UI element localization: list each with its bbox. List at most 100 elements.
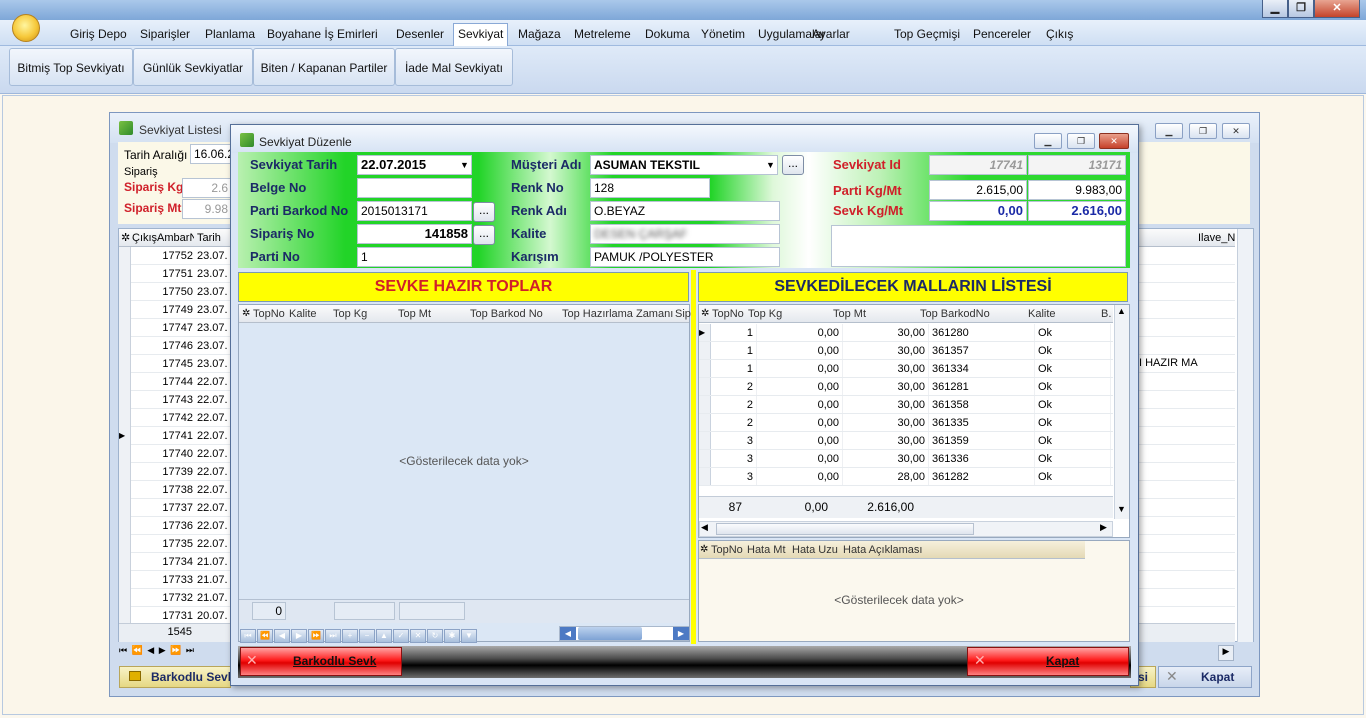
bgwin-vscrollbar[interactable]: [1237, 229, 1253, 642]
bgwin-close-button[interactable]: ✕: [1222, 123, 1250, 139]
karisim-field[interactable]: PAMUK /POLYESTER: [590, 247, 780, 267]
table-row[interactable]: 3 0,00 30,00 361336 Ok: [699, 450, 1113, 468]
bgwin-hscroll-right[interactable]: ▶: [1218, 645, 1234, 661]
minimize-button[interactable]: ▁: [1262, 0, 1288, 18]
scroll-left-icon[interactable]: ◀: [560, 627, 576, 640]
row-selector[interactable]: [699, 396, 711, 413]
column-header[interactable]: Kalite: [1028, 308, 1056, 320]
scroll-right-icon[interactable]: ▶: [1100, 522, 1107, 533]
row-selector[interactable]: [699, 378, 711, 395]
scroll-left-icon[interactable]: ◀: [701, 522, 708, 533]
dialog-minimize-button[interactable]: ▁: [1034, 133, 1062, 149]
table-row[interactable]: 2 0,00 30,00 361281 Ok: [699, 378, 1113, 396]
column-header[interactable]: B.: [1101, 308, 1111, 320]
row-selector[interactable]: [119, 391, 131, 409]
table-row[interactable]: 2 0,00 30,00 361358 Ok: [699, 396, 1113, 414]
row-selector[interactable]: [119, 517, 131, 535]
column-header[interactable]: Sip: [675, 308, 691, 320]
column-header[interactable]: Top BarkodNo: [920, 308, 990, 320]
table-row[interactable]: 3 0,00 28,00 361282 Ok: [699, 468, 1113, 486]
col-tarih[interactable]: Tarih: [197, 232, 221, 244]
row-selector[interactable]: [119, 553, 131, 571]
menu-item[interactable]: Ayarlar: [808, 24, 854, 44]
row-selector[interactable]: [119, 301, 131, 319]
column-header[interactable]: Hata Uzu: [792, 544, 838, 556]
row-selector[interactable]: [119, 409, 131, 427]
menu-item[interactable]: Mağaza: [514, 24, 565, 44]
left-hscroll-thumb[interactable]: [578, 627, 642, 640]
bgwin-minimize-button[interactable]: ▁: [1155, 123, 1183, 139]
row-selector[interactable]: [699, 342, 711, 359]
dialog-close-button[interactable]: ✕: [1099, 133, 1129, 149]
ribbon-biten-kapanan-partiler[interactable]: Biten / Kapanan Partiler: [253, 48, 395, 86]
col-ilave[interactable]: Ilave_N: [1198, 232, 1235, 244]
ribbon-iade-mal-sevkiyati[interactable]: İade Mal Sevkiyatı: [395, 48, 513, 86]
row-selector[interactable]: [119, 535, 131, 553]
table-row[interactable]: 1 0,00 30,00 361357 Ok: [699, 342, 1113, 360]
right-vscrollbar[interactable]: [1114, 305, 1129, 519]
row-selector[interactable]: [699, 432, 711, 449]
column-header[interactable]: Top Kg: [333, 308, 367, 320]
parti-barkod-browse-button[interactable]: ...: [473, 202, 495, 222]
row-selector[interactable]: [119, 319, 131, 337]
menu-item[interactable]: Planlama: [201, 24, 259, 44]
row-selector[interactable]: [119, 481, 131, 499]
maximize-button[interactable]: ❐: [1288, 0, 1314, 18]
bgwin-navigator[interactable]: ⏮ ⏪ ◀ ▶ ⏩ ⏭: [119, 645, 229, 661]
column-header[interactable]: Hata Açıklaması: [843, 544, 922, 556]
renk-adi-field[interactable]: O.BEYAZ: [590, 201, 780, 221]
menu-item[interactable]: Desenler: [392, 24, 448, 44]
row-selector[interactable]: [119, 265, 131, 283]
right-hscroll-thumb[interactable]: [716, 523, 974, 535]
tarih-araligi-input[interactable]: 16.06.2: [190, 144, 232, 164]
row-selector[interactable]: [119, 355, 131, 373]
menu-item[interactable]: Dokuma: [641, 24, 694, 44]
row-selector[interactable]: [699, 468, 711, 485]
dialog-maximize-button[interactable]: ❐: [1067, 133, 1095, 149]
sevkiyat-tarih-dropdown[interactable]: 22.07.2015: [357, 155, 472, 175]
table-row[interactable]: 1 0,00 30,00 361334 Ok: [699, 360, 1113, 378]
row-selector[interactable]: [119, 463, 131, 481]
panel-splitter[interactable]: [691, 270, 696, 644]
close-button[interactable]: ✕: [1314, 0, 1360, 18]
menu-item[interactable]: Yönetim: [697, 24, 749, 44]
row-selector[interactable]: [119, 247, 131, 265]
row-selector[interactable]: [119, 283, 131, 301]
column-header[interactable]: Top Mt: [833, 308, 866, 320]
bgwin-maximize-button[interactable]: ❐: [1189, 123, 1217, 139]
kalite-field[interactable]: DESEN ÇARŞAF: [590, 224, 780, 244]
app-orb-icon[interactable]: [12, 14, 40, 42]
menu-item[interactable]: Sevkiyat: [453, 23, 509, 46]
row-selector[interactable]: ▶: [119, 427, 131, 445]
renk-no-field[interactable]: 128: [590, 178, 710, 198]
musteri-adi-dropdown[interactable]: ASUMAN TEKSTIL: [590, 155, 778, 175]
row-selector[interactable]: [119, 337, 131, 355]
parti-barkod-no-input[interactable]: 2015013171: [357, 201, 472, 221]
musteri-browse-button[interactable]: ...: [782, 155, 804, 175]
scroll-right-icon[interactable]: ▶: [673, 627, 689, 640]
chevron-down-icon[interactable]: ▼: [460, 160, 469, 170]
menu-item[interactable]: Çıkış: [1042, 24, 1077, 44]
table-row[interactable]: 3 0,00 30,00 361359 Ok: [699, 432, 1113, 450]
parti-no-input[interactable]: 1: [357, 247, 472, 267]
column-header[interactable]: TopNo: [253, 308, 285, 320]
column-header[interactable]: Hata Mt: [747, 544, 786, 556]
row-selector[interactable]: [119, 589, 131, 607]
menu-item[interactable]: Siparişler: [136, 24, 194, 44]
row-selector[interactable]: [119, 445, 131, 463]
row-selector[interactable]: ▶: [699, 324, 711, 341]
ribbon-bitmis-top-sevkiyati[interactable]: Bitmiş Top Sevkiyatı: [9, 48, 133, 86]
siparis-no-input[interactable]: 141858: [357, 224, 472, 244]
row-selector[interactable]: [699, 360, 711, 377]
row-selector[interactable]: [119, 499, 131, 517]
ribbon-gunluk-sevkiyatlar[interactable]: Günlük Sevkiyatlar: [133, 48, 253, 86]
table-row[interactable]: 2 0,00 30,00 361335 Ok: [699, 414, 1113, 432]
scroll-up-icon[interactable]: ▲: [1114, 306, 1129, 320]
table-row[interactable]: ▶ 1 0,00 30,00 361280 Ok: [699, 324, 1113, 342]
column-header[interactable]: Top Mt: [398, 308, 431, 320]
column-header[interactable]: Top Hazırlama Zamanı: [562, 308, 673, 320]
chevron-down-icon[interactable]: ▼: [766, 160, 775, 170]
col-cikis-ambar-no[interactable]: ÇıkışAmbarNo: [132, 232, 194, 244]
row-selector[interactable]: [699, 450, 711, 467]
row-selector[interactable]: [119, 571, 131, 589]
